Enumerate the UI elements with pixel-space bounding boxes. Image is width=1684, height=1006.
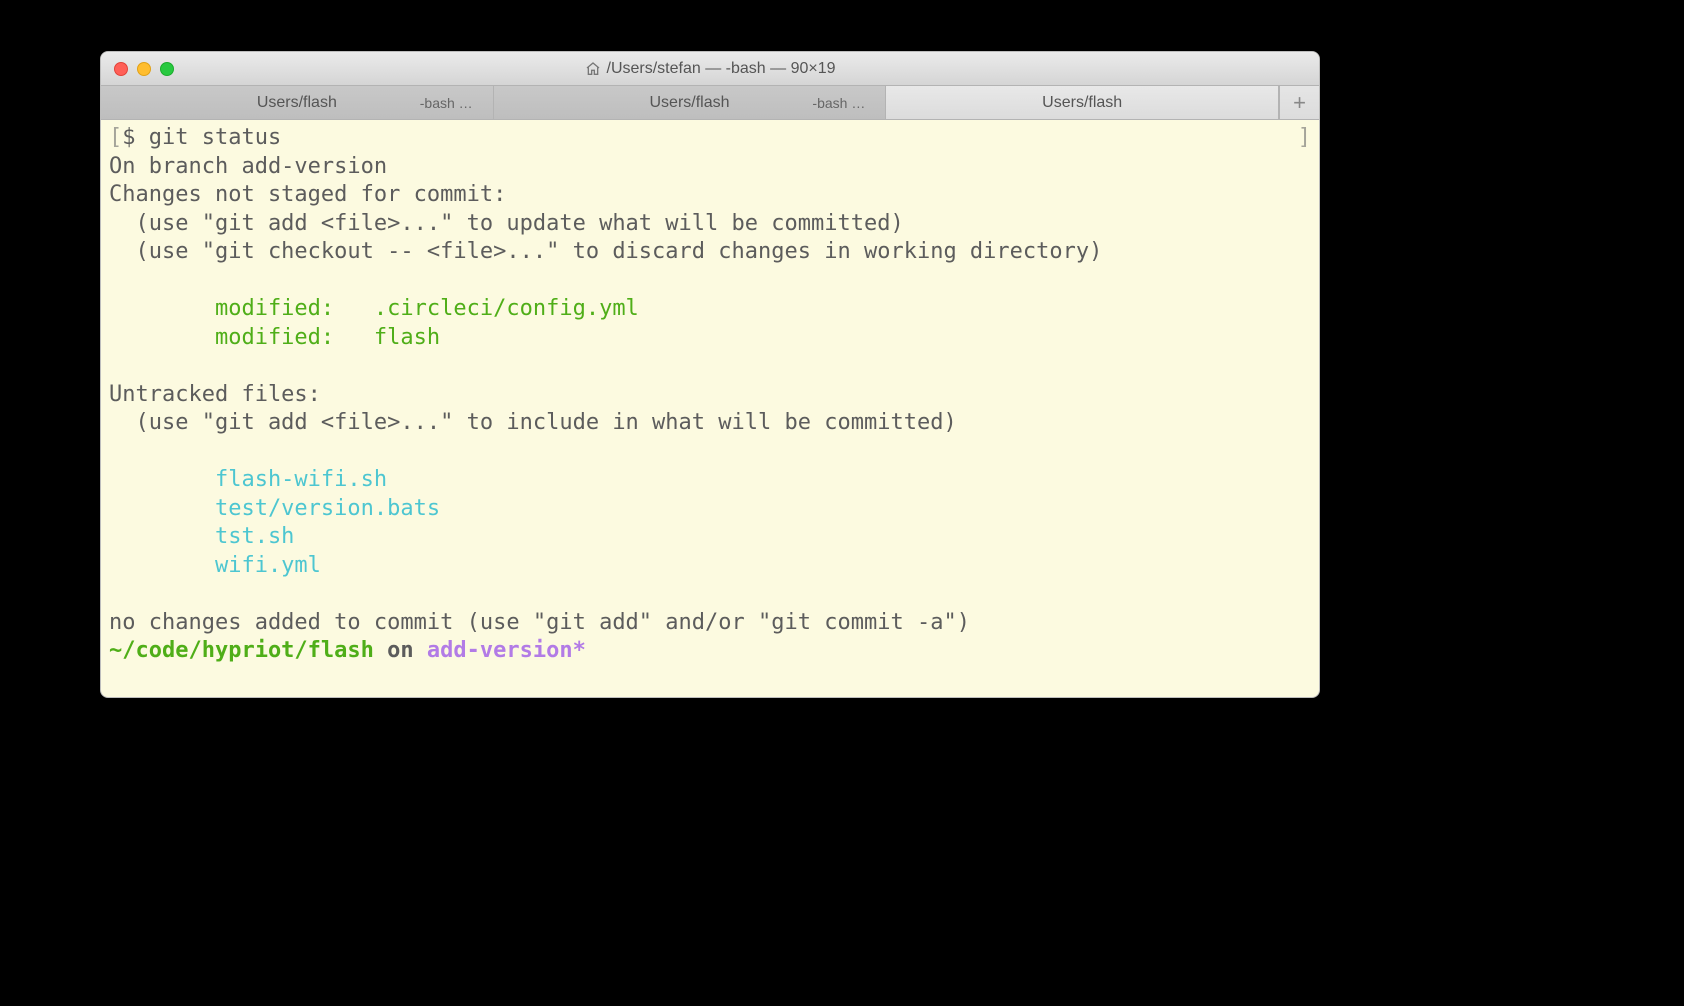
modified-file: modified: flash [109,325,440,350]
terminal-content[interactable]: [$ git status] On branch add-version Cha… [101,120,1319,670]
prompt-symbol: $ [122,125,149,150]
bracket-close: ] [1298,124,1311,153]
untracked-file: test/version.bats [109,496,440,521]
maximize-icon[interactable] [160,62,174,76]
changes-header: Changes not staged for commit: [109,182,506,207]
prompt-path: ~/code/hypriot/flash [109,638,374,663]
tab-2[interactable]: Users/flash [886,86,1279,119]
hint-checkout: (use "git checkout -- <file>..." to disc… [109,239,1102,264]
hint-untracked: (use "git add <file>..." to include in w… [109,410,957,435]
terminal-window: /Users/stefan — -bash — 90×19 Users/flas… [100,51,1320,698]
untracked-header: Untracked files: [109,382,321,407]
prompt-branch: add-version* [427,638,586,663]
titlebar: /Users/stefan — -bash — 90×19 [101,52,1319,86]
prompt-on: on [374,638,427,663]
tab-bar: Users/flash -bash … Users/flash -bash … … [101,86,1319,120]
hint-add: (use "git add <file>..." to update what … [109,211,904,236]
tab-sub: -bash … [812,95,865,111]
plus-icon: + [1293,90,1306,116]
traffic-lights [114,62,174,76]
tab-label: Users/flash [257,94,337,112]
window-title-text: /Users/stefan — -bash — 90×19 [607,60,836,78]
no-changes-line: no changes added to commit (use "git add… [109,610,970,635]
branch-line: On branch add-version [109,154,387,179]
untracked-file: tst.sh [109,524,294,549]
untracked-file: wifi.yml [109,553,321,578]
tab-label: Users/flash [1042,94,1122,112]
close-icon[interactable] [114,62,128,76]
bracket-open: [ [109,125,122,150]
tab-1[interactable]: Users/flash -bash … [494,86,887,119]
tab-sub: -bash … [420,95,473,111]
tab-label: Users/flash [649,94,729,112]
add-tab-button[interactable]: + [1279,86,1319,119]
home-icon [585,61,601,77]
tab-0[interactable]: Users/flash -bash … [101,86,494,119]
command: git status [149,125,281,150]
minimize-icon[interactable] [137,62,151,76]
window-title: /Users/stefan — -bash — 90×19 [101,60,1319,78]
modified-file: modified: .circleci/config.yml [109,296,639,321]
untracked-file: flash-wifi.sh [109,467,387,492]
